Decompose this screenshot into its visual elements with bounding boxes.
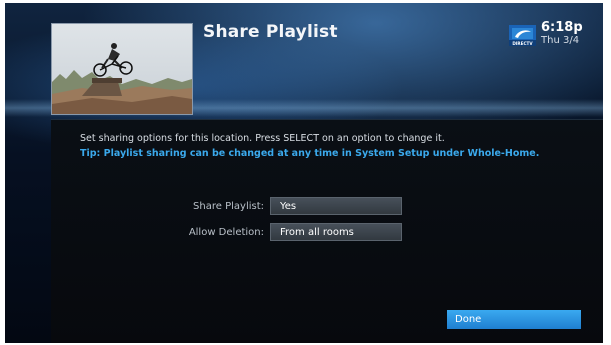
tip-text: Tip: Playlist sharing can be changed at … xyxy=(80,148,540,159)
program-thumbnail xyxy=(51,23,193,115)
allow-deletion-label: Allow Deletion: xyxy=(188,227,264,238)
clock-date: Thu 3/4 xyxy=(541,35,580,46)
instruction-text: Set sharing options for this location. P… xyxy=(80,133,445,144)
share-playlist-label: Share Playlist: xyxy=(193,201,264,212)
settings-panel: Set sharing options for this location. P… xyxy=(51,119,603,343)
page-title: Share Playlist xyxy=(203,22,338,42)
logo-text: DIRECTV xyxy=(512,41,533,46)
share-playlist-option[interactable]: Yes xyxy=(270,197,402,215)
directv-logo-icon: DIRECTV xyxy=(509,25,536,46)
clock: 6:18p Thu 3/4 xyxy=(541,21,583,46)
allow-deletion-option[interactable]: From all rooms xyxy=(270,223,402,241)
tv-screen: Share Playlist DIRECTV 6:18p Thu 3/4 Set… xyxy=(5,3,603,343)
clock-time: 6:18p xyxy=(541,20,583,35)
done-button[interactable]: Done xyxy=(447,310,581,329)
